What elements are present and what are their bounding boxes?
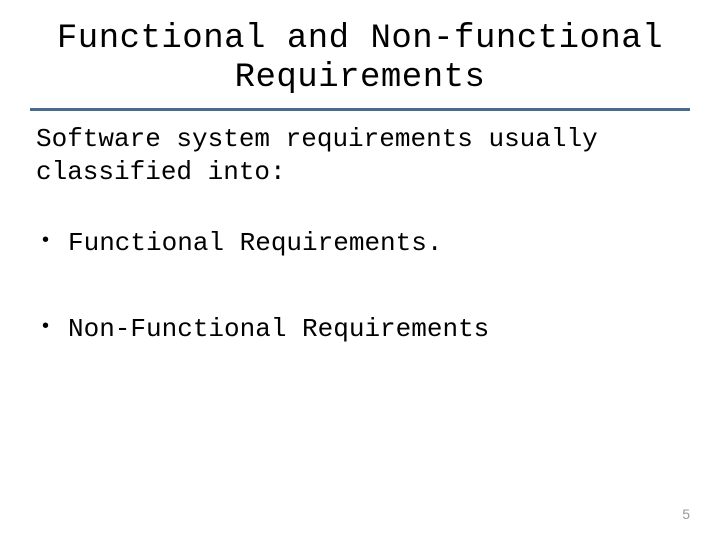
divider	[30, 108, 690, 111]
bullet-list: Functional Requirements. Non-Functional …	[36, 228, 690, 345]
slide: Functional and Non-functional Requiremen…	[0, 0, 720, 540]
intro-text: Software system requirements usually cla…	[36, 123, 690, 188]
list-item: Functional Requirements.	[36, 228, 690, 259]
slide-title: Functional and Non-functional Requiremen…	[30, 20, 690, 98]
list-item: Non-Functional Requirements	[36, 314, 690, 345]
page-number: 5	[682, 506, 690, 522]
